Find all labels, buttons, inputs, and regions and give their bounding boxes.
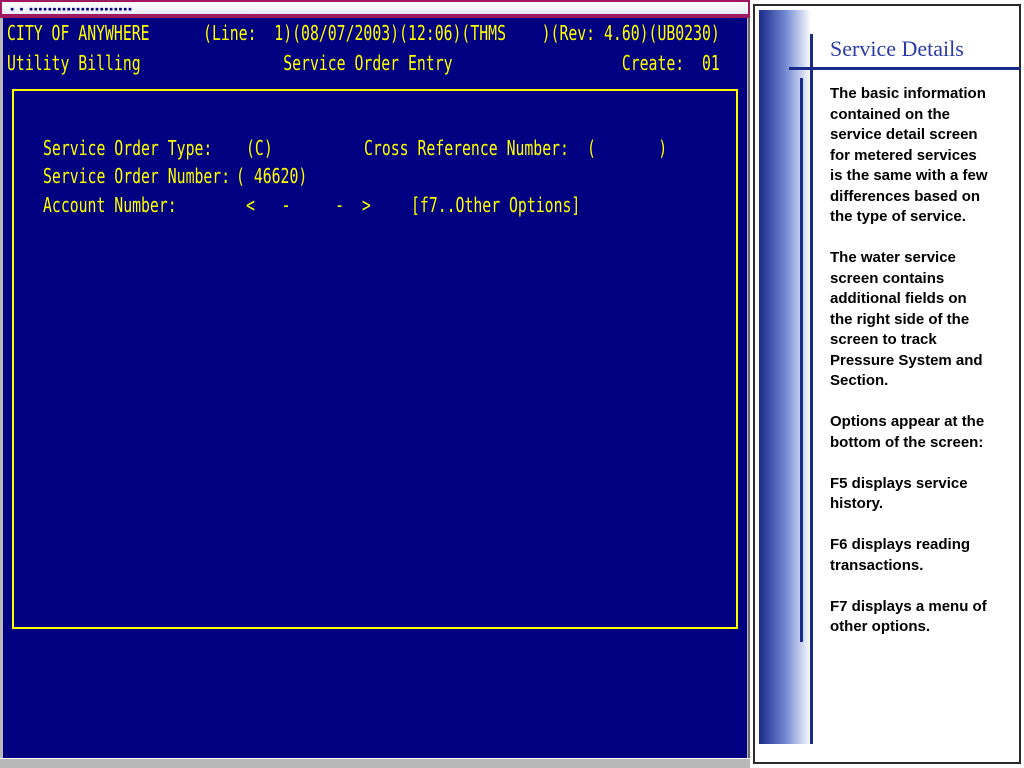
terminal-titlebar[interactable]: ▪ ▪ ▪▪▪▪▪▪▪▪▪▪▪▪▪▪▪▪▪▪▪▪▪▪ xyxy=(0,0,750,18)
order-type-label: Service Order Type: xyxy=(43,136,213,160)
other-options-hint: [f7..Other Options] xyxy=(411,193,581,217)
header-line-2: Utility Billing Service Order Entry Crea… xyxy=(7,51,720,75)
cross-ref-field[interactable]: ( ) xyxy=(587,136,667,160)
notes-body: The basic information contained on the s… xyxy=(830,84,990,658)
notes-accent-rule xyxy=(800,78,803,642)
notes-paragraph: F6 displays reading transactions. xyxy=(830,536,971,574)
terminal-bottom-border xyxy=(0,758,750,768)
cross-ref-label: Cross Reference Number: xyxy=(364,136,569,160)
terminal-titlebar-strip: ▪ ▪ ▪▪▪▪▪▪▪▪▪▪▪▪▪▪▪▪▪▪▪▪▪▪ xyxy=(2,2,748,14)
notes-paragraph: The water service screen contains additi… xyxy=(830,249,983,389)
account-number-label: Account Number: xyxy=(43,193,177,217)
order-number-label: Service Order Number: xyxy=(43,164,231,188)
notes-paragraph: Options appear at the bottom of the scre… xyxy=(830,413,985,451)
header-line-1: CITY OF ANYWHERE (Line: 1)(08/07/2003)(1… xyxy=(7,21,720,45)
notes-horizontal-rule xyxy=(789,67,1021,70)
notes-paragraph: The basic information contained on the s… xyxy=(830,85,988,225)
terminal-titlebar-text: ▪ ▪ ▪▪▪▪▪▪▪▪▪▪▪▪▪▪▪▪▪▪▪▪▪▪ xyxy=(10,5,133,13)
notes-paragraph: F5 displays service history. xyxy=(830,474,968,513)
order-type-field[interactable]: (C) xyxy=(246,136,273,160)
order-number-field[interactable]: ( 46620) xyxy=(236,164,307,188)
notes-gradient-bar xyxy=(759,10,811,744)
account-number-field[interactable]: < - - > xyxy=(246,193,371,217)
notes-title: Service Details xyxy=(830,36,964,61)
terminal-window: ▪ ▪ ▪▪▪▪▪▪▪▪▪▪▪▪▪▪▪▪▪▪▪▪▪▪ CITY OF ANYWH… xyxy=(0,0,750,768)
notes-vertical-rule xyxy=(810,34,813,744)
notes-paragraph: F7 displays a menu of other options. xyxy=(830,597,987,636)
notes-panel: Service Details The basic information co… xyxy=(753,4,1021,764)
terminal-screen[interactable]: CITY OF ANYWHERE (Line: 1)(08/07/2003)(1… xyxy=(3,18,747,759)
